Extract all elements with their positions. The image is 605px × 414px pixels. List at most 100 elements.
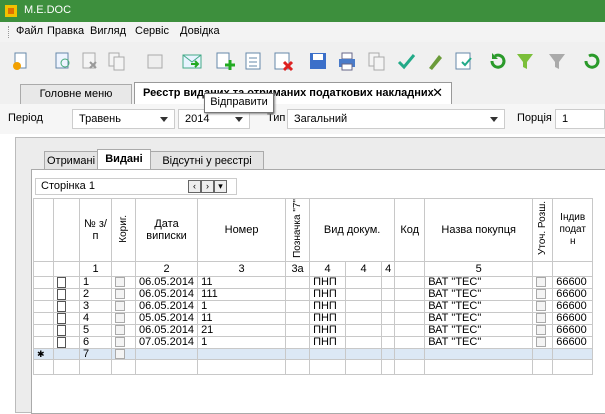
cell-vid[interactable]: ПНП	[309, 299, 347, 313]
menu-help[interactable]: Довідка	[180, 25, 220, 37]
cell-vid[interactable]: ПНП	[309, 275, 347, 289]
cell-inn[interactable]: 66600	[552, 275, 594, 289]
add-green-icon[interactable]	[214, 50, 236, 72]
cell-utoch[interactable]	[532, 287, 554, 301]
type-select[interactable]: Загальний	[287, 109, 505, 129]
cell-vid-2[interactable]	[345, 323, 383, 337]
export-icon[interactable]	[453, 50, 475, 72]
cell-oznaka[interactable]	[285, 287, 311, 301]
doc-cell[interactable]	[53, 287, 80, 301]
cell-utoch[interactable]	[532, 275, 554, 289]
cell-inn[interactable]: 66600	[552, 335, 594, 349]
cell-inn[interactable]: 66600	[552, 311, 594, 325]
chevron-down-icon[interactable]: ▾	[214, 180, 227, 193]
korig-checkbox[interactable]	[115, 313, 125, 324]
menu-view[interactable]: Вигляд	[90, 25, 126, 37]
cell-vid[interactable]: ПНП	[309, 311, 347, 325]
row-selector[interactable]	[33, 299, 54, 313]
cell-korig[interactable]	[111, 335, 136, 349]
cell-num[interactable]: 4	[79, 311, 112, 325]
utoch-checkbox[interactable]	[536, 337, 547, 348]
cell-korig[interactable]	[111, 299, 136, 313]
cell-date[interactable]: 06.05.2014	[134, 275, 199, 289]
utoch-checkbox[interactable]	[536, 301, 547, 312]
row-selector[interactable]	[33, 311, 54, 325]
cell-buyer[interactable]: ВАТ "ТЕС"	[424, 299, 534, 313]
doc-cell[interactable]	[53, 275, 80, 289]
cell-num[interactable]: 3	[79, 299, 112, 313]
document-icon[interactable]	[57, 289, 66, 300]
cell-buyer[interactable]: ВАТ "ТЕС"	[424, 323, 534, 337]
portion-field[interactable]: 1	[555, 109, 605, 129]
table-row[interactable]: 3 06.05.2014 1 ПНП ВАТ "ТЕС" 66600	[33, 299, 594, 313]
cell-korig[interactable]	[111, 311, 136, 325]
cell-korig[interactable]	[111, 287, 136, 301]
col-header-kod[interactable]: Код	[394, 198, 426, 262]
utoch-checkbox[interactable]	[536, 289, 547, 300]
menu-service[interactable]: Сервіс	[135, 25, 169, 37]
page-selector[interactable]: Сторінка 1 ‹ › ▾	[35, 178, 237, 195]
cell-vid-2[interactable]	[345, 311, 383, 325]
cell-utoch[interactable]	[532, 299, 554, 313]
cell-vid[interactable]: ПНП	[309, 335, 347, 349]
cell-number[interactable]: 1	[197, 299, 287, 313]
cell-oznaka[interactable]	[285, 335, 311, 349]
cell-inn[interactable]: 66600	[552, 323, 594, 337]
tab-main-menu[interactable]: Головне меню	[20, 84, 132, 104]
document-icon[interactable]	[57, 337, 66, 348]
cell-kod[interactable]	[394, 311, 426, 325]
send-icon[interactable]	[181, 50, 203, 72]
doc-cell[interactable]	[53, 335, 80, 349]
cell-buyer[interactable]: ВАТ "ТЕС"	[424, 275, 534, 289]
col-header-korig[interactable]: Кориг.	[111, 198, 136, 262]
document-icon[interactable]	[57, 325, 66, 336]
cell-number[interactable]: 111	[197, 287, 287, 301]
korig-checkbox[interactable]	[115, 349, 125, 359]
cell-oznaka[interactable]	[285, 299, 311, 313]
col-header-vid[interactable]: Вид докум.	[309, 198, 396, 262]
cell-vid-3[interactable]	[381, 323, 396, 337]
cell[interactable]	[197, 347, 287, 361]
refresh-icon[interactable]	[486, 50, 508, 72]
cell-oznaka[interactable]	[285, 323, 311, 337]
cell-date[interactable]: 06.05.2014	[134, 287, 199, 301]
utoch-checkbox[interactable]	[536, 313, 547, 324]
cell-utoch[interactable]	[532, 311, 554, 325]
tab-registry[interactable]: Реєстр виданих та отриманих податкових н…	[134, 82, 452, 104]
menu-edit[interactable]: Правка	[47, 25, 84, 37]
cell-kod[interactable]	[394, 323, 426, 337]
document-icon[interactable]	[57, 277, 66, 288]
cell-kod[interactable]	[394, 299, 426, 313]
table-row[interactable]: 2 06.05.2014 111 ПНП ВАТ "ТЕС" 66600	[33, 287, 594, 301]
close-icon[interactable]: ✕	[432, 83, 443, 103]
document-icon[interactable]	[57, 301, 66, 312]
cell-kod[interactable]	[394, 287, 426, 301]
row-selector[interactable]	[33, 335, 54, 349]
korig-checkbox[interactable]	[115, 325, 125, 336]
cell-vid-3[interactable]	[381, 275, 396, 289]
cell-num[interactable]: 6	[79, 335, 112, 349]
cell-vid-2[interactable]	[345, 275, 383, 289]
copy2-icon[interactable]	[366, 50, 388, 72]
utoch-checkbox[interactable]	[536, 277, 547, 288]
cell-korig[interactable]	[111, 347, 136, 361]
cell-utoch[interactable]	[532, 335, 554, 349]
prev-page-icon[interactable]: ‹	[188, 180, 201, 193]
cell-vid-2[interactable]	[345, 299, 383, 313]
cell-number[interactable]: 11	[197, 311, 287, 325]
cell-oznaka[interactable]	[285, 311, 311, 325]
korig-checkbox[interactable]	[115, 337, 125, 348]
table-row[interactable]: 6 07.05.2014 1 ПНП ВАТ "ТЕС" 66600	[33, 335, 594, 349]
col-header-buyer[interactable]: Назва покупця	[424, 198, 534, 262]
cell-oznaka[interactable]	[285, 275, 311, 289]
row-selector[interactable]	[33, 287, 54, 301]
cell-korig[interactable]	[111, 323, 136, 337]
cell-date[interactable]: 05.05.2014	[134, 311, 199, 325]
col-header-inn[interactable]: Індив подат н	[552, 198, 594, 262]
preview-icon[interactable]	[52, 50, 74, 72]
cell-inn[interactable]: 66600	[552, 287, 594, 301]
delete-list-icon[interactable]	[272, 50, 294, 72]
sync-icon[interactable]	[580, 50, 602, 72]
cell-num[interactable]: 1	[79, 275, 112, 289]
row-selector[interactable]	[33, 275, 54, 289]
